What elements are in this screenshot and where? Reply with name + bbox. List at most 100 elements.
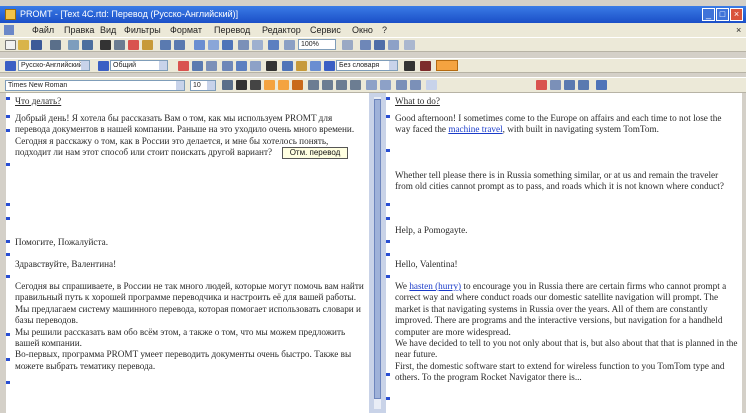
translate-all-icon[interactable] [178, 61, 189, 71]
segment-marker [386, 115, 390, 118]
menu-file[interactable]: Файл [32, 23, 54, 37]
document-map-icon[interactable] [238, 40, 249, 50]
align-center-icon[interactable] [322, 80, 333, 90]
menu-view[interactable]: Вид [100, 23, 116, 37]
justify-icon[interactable] [350, 80, 361, 90]
translation-paragraph: We hasten (hurry) to encourage you in Ru… [395, 281, 738, 384]
record-icon[interactable] [420, 61, 431, 71]
pin-icon[interactable] [404, 61, 415, 71]
dictionary-editor-icon[interactable] [296, 61, 307, 71]
source-text-pane[interactable]: Что делать? Добрый день! Я хотела бы рас… [6, 93, 369, 413]
translate-selection-icon[interactable] [206, 61, 217, 71]
options-icon[interactable] [596, 80, 607, 90]
segment-marker [386, 203, 390, 206]
segment-marker [386, 275, 390, 278]
decrease-indent-icon[interactable] [396, 80, 407, 90]
segment-marker [386, 97, 390, 100]
tooltip: Отм. перевод [282, 147, 348, 159]
translation-paragraph: Hello, Valentina! [395, 259, 458, 269]
direction-icon [5, 61, 16, 71]
segment-text: We [395, 281, 410, 291]
layout-icon[interactable] [342, 40, 353, 50]
copy-icon[interactable] [128, 40, 139, 50]
sentence-icon[interactable] [236, 61, 247, 71]
preview-icon[interactable] [68, 40, 79, 50]
menu-editor[interactable]: Редактор [262, 23, 301, 37]
save-icon[interactable] [31, 40, 42, 50]
close-button[interactable]: × [730, 8, 743, 21]
direction-select[interactable]: Русско-Английский [18, 60, 90, 71]
translation-pane[interactable]: What to do? Good afternoon! I sometimes … [386, 93, 742, 413]
title-bar[interactable]: PROMT - [Text 4C.rtd: Пeрeвoд (Русско-Ан… [0, 6, 746, 23]
italic-icon[interactable] [250, 80, 261, 90]
app-icon [5, 9, 16, 20]
scrollbar-thumb[interactable] [374, 99, 381, 399]
single-pane-icon[interactable] [388, 40, 399, 50]
font-size-select[interactable]: 10 [190, 80, 216, 91]
align-left-icon[interactable] [308, 80, 319, 90]
find-icon[interactable] [100, 40, 111, 50]
numbering-icon[interactable] [366, 80, 377, 90]
stop-icon[interactable] [266, 61, 277, 71]
maximize-button[interactable]: □ [716, 8, 729, 21]
new-document-icon[interactable] [5, 40, 16, 50]
minimize-button[interactable]: _ [702, 8, 715, 21]
show-hide-icon[interactable] [252, 40, 263, 50]
pane-splitter-scrollbar[interactable] [369, 93, 386, 413]
menu-help[interactable]: ? [382, 23, 387, 37]
grid-icon[interactable] [222, 61, 233, 71]
bold-icon[interactable] [236, 80, 247, 90]
menu-edit[interactable]: Правка [64, 23, 94, 37]
underline-icon[interactable] [264, 80, 275, 90]
translate-paragraph-icon[interactable] [192, 61, 203, 71]
increase-indent-icon[interactable] [410, 80, 421, 90]
spellcheck-icon[interactable] [82, 40, 93, 50]
drawing-icon[interactable] [222, 40, 233, 50]
menu-translation[interactable]: Пеpевод [214, 23, 250, 37]
user-dict-icon[interactable] [310, 61, 321, 71]
redo-icon[interactable] [174, 40, 185, 50]
print-icon[interactable] [50, 40, 61, 50]
standard-toolbar: 100% [0, 37, 746, 52]
dropdown-icon[interactable] [426, 80, 437, 90]
dictionary-icon[interactable] [284, 40, 295, 50]
segment-marker [6, 203, 10, 206]
columns-icon[interactable] [208, 40, 219, 50]
segment-gutter [386, 93, 390, 413]
paste-icon[interactable] [142, 40, 153, 50]
mark-icon[interactable] [536, 80, 547, 90]
help-icon[interactable] [404, 40, 415, 50]
dictionary-select[interactable]: Без словаря [336, 60, 398, 71]
top-bottom-icon[interactable] [374, 40, 385, 50]
source-heading: Что делать? [15, 96, 62, 106]
align-right-icon[interactable] [336, 80, 347, 90]
menu-format[interactable]: Формат [170, 23, 202, 37]
subject-select[interactable]: Общий [110, 60, 168, 71]
find-next-icon[interactable] [550, 80, 561, 90]
bullets-icon[interactable] [380, 80, 391, 90]
highlight-button[interactable] [436, 60, 458, 71]
menu-filters[interactable]: Фильтры [124, 23, 161, 37]
segment-marker [386, 253, 390, 256]
grow-font-icon[interactable] [222, 80, 233, 90]
zoom-select[interactable]: 100% [298, 39, 336, 50]
zoom-out-icon[interactable] [578, 80, 589, 90]
menu-close-doc[interactable]: × [736, 23, 741, 37]
cut-icon[interactable] [114, 40, 125, 50]
highlight-color-icon[interactable] [278, 80, 289, 90]
undo-icon[interactable] [160, 40, 171, 50]
menu-window[interactable]: Окно [352, 23, 373, 37]
font-color-icon[interactable] [292, 80, 303, 90]
translate-icon[interactable] [268, 40, 279, 50]
word-icon[interactable] [250, 61, 261, 71]
back-translate-icon[interactable] [282, 61, 293, 71]
side-by-side-icon[interactable] [360, 40, 371, 50]
zoom-in-icon[interactable] [564, 80, 575, 90]
alternative-translation-link[interactable]: machine travel [448, 124, 502, 134]
font-select[interactable]: Times New Roman [5, 80, 185, 91]
segment-marker [6, 97, 10, 100]
open-folder-icon[interactable] [18, 40, 29, 50]
menu-tools[interactable]: Сервис [310, 23, 341, 37]
table-icon[interactable] [194, 40, 205, 50]
alternative-translation-link[interactable]: hasten (hurry) [409, 281, 461, 291]
